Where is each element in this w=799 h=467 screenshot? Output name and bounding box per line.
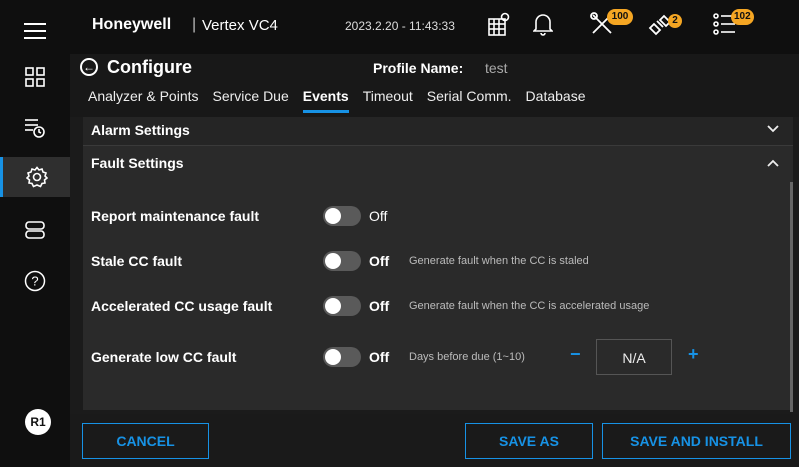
user-avatar[interactable]: R1 xyxy=(25,409,51,435)
brand-separator: | xyxy=(192,16,197,33)
history-list-icon[interactable] xyxy=(0,108,70,148)
scrollbar[interactable] xyxy=(790,182,793,412)
stale-cc-fault-state: Off xyxy=(369,253,390,269)
page-header: ← Configure Profile Name: test Analyzer … xyxy=(70,54,799,117)
help-icon[interactable]: ? xyxy=(0,261,70,301)
plugin-badge: 2 xyxy=(668,14,682,28)
notification-bell-icon[interactable] xyxy=(532,12,554,41)
footer-actions: CANCEL SAVE AS SAVE AND INSTALL xyxy=(70,414,799,467)
storage-icon[interactable] xyxy=(0,210,70,250)
alarm-settings-header[interactable]: Alarm Settings xyxy=(91,122,190,138)
accelerated-cc-fault-state: Off xyxy=(369,298,390,314)
stale-cc-fault-hint: Generate fault when the CC is staled xyxy=(409,255,589,267)
fault-settings-header[interactable]: Fault Settings xyxy=(91,155,184,171)
back-arrow-icon[interactable]: ← xyxy=(80,58,98,76)
calendar-grid-icon[interactable] xyxy=(488,12,510,41)
cancel-button[interactable]: CANCEL xyxy=(82,423,209,459)
page-title: Configure xyxy=(107,57,192,77)
brand-logo: Honeywell xyxy=(92,16,172,33)
low-cc-fault-label: Generate low CC fault xyxy=(91,349,237,365)
chevron-up-icon[interactable] xyxy=(767,155,779,171)
tools-badge: 100 xyxy=(607,9,633,25)
hamburger-menu-icon[interactable] xyxy=(0,11,70,51)
tab-bar: Analyzer & Points Service Due Events Tim… xyxy=(88,88,599,113)
fault-settings-section: Fault Settings Report maintenance fault … xyxy=(83,146,793,412)
save-and-install-button[interactable]: SAVE AND INSTALL xyxy=(602,423,791,459)
accelerated-cc-fault-label: Accelerated CC usage fault xyxy=(91,298,273,314)
low-cc-days-hint: Days before due (1~10) xyxy=(409,351,525,363)
settings-gear-icon[interactable] xyxy=(0,157,70,197)
sidebar: ? R1 xyxy=(0,0,70,467)
report-maintenance-fault-toggle[interactable] xyxy=(323,206,361,226)
profile-name-value: test xyxy=(485,60,508,76)
low-cc-fault-state: Off xyxy=(369,349,390,365)
report-maintenance-fault-state: Off xyxy=(369,208,388,224)
stale-cc-fault-toggle[interactable] xyxy=(323,251,361,271)
settings-panel: Alarm Settings Fault Settings Report mai… xyxy=(83,117,793,412)
tab-service-due[interactable]: Service Due xyxy=(213,88,289,113)
svg-text:?: ? xyxy=(31,274,38,289)
tab-timeout[interactable]: Timeout xyxy=(363,88,413,113)
tab-database[interactable]: Database xyxy=(526,88,586,113)
decrement-button[interactable]: − xyxy=(570,344,581,365)
tab-serial-comm[interactable]: Serial Comm. xyxy=(427,88,512,113)
tab-analyzer-points[interactable]: Analyzer & Points xyxy=(88,88,199,113)
profile-name-label: Profile Name: xyxy=(373,60,464,76)
report-maintenance-fault-label: Report maintenance fault xyxy=(91,208,260,224)
days-before-due-input[interactable]: N/A xyxy=(596,339,672,375)
low-cc-fault-toggle[interactable] xyxy=(323,347,361,367)
checklist-badge: 102 xyxy=(731,9,754,25)
stale-cc-fault-label: Stale CC fault xyxy=(91,253,183,269)
increment-button[interactable]: + xyxy=(688,344,699,365)
dashboard-grid-icon[interactable] xyxy=(0,57,70,97)
device-name: Vertex VC4 xyxy=(202,17,278,34)
accelerated-cc-fault-hint: Generate fault when the CC is accelerate… xyxy=(409,300,650,312)
accelerated-cc-fault-toggle[interactable] xyxy=(323,296,361,316)
save-as-button[interactable]: SAVE AS xyxy=(465,423,593,459)
datetime: 2023.2.20 - 11:43:33 xyxy=(345,19,455,33)
tab-events[interactable]: Events xyxy=(302,88,349,113)
top-bar: Honeywell | Vertex VC4 2023.2.20 - 11:43… xyxy=(70,0,799,54)
chevron-down-icon[interactable] xyxy=(767,121,779,137)
